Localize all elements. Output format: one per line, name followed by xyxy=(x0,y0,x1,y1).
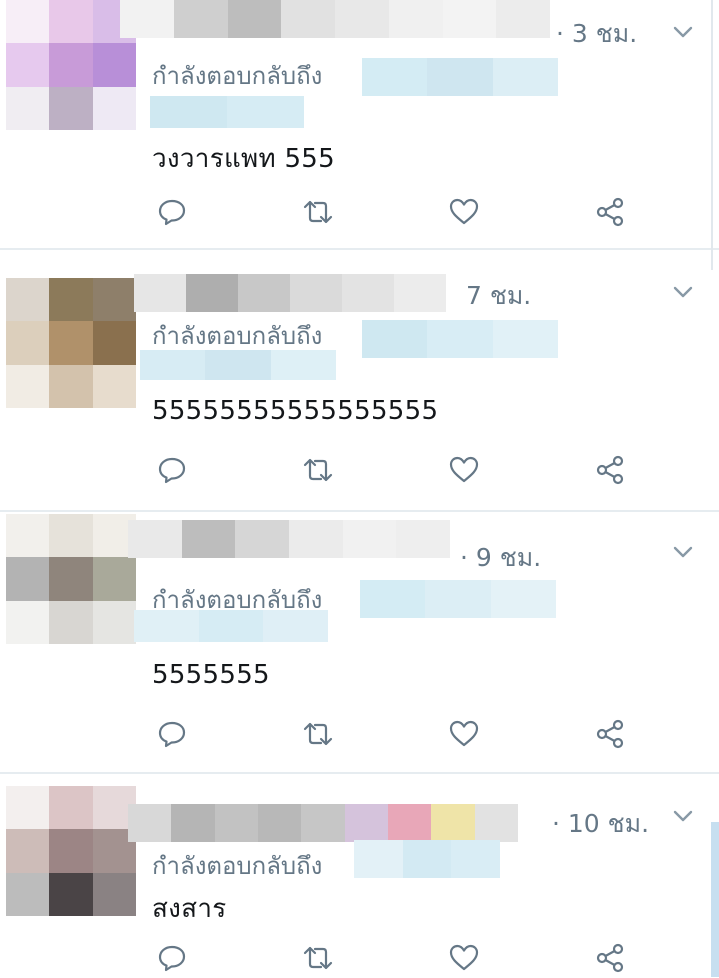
share-button[interactable] xyxy=(590,714,630,754)
tweet-text: 5555555 xyxy=(152,660,270,690)
heart-icon xyxy=(449,720,479,747)
share-button[interactable] xyxy=(590,938,630,978)
heart-icon xyxy=(449,456,479,483)
avatar[interactable] xyxy=(6,786,136,916)
avatar[interactable] xyxy=(6,0,136,130)
reply-icon xyxy=(158,945,186,972)
author-name-blurred[interactable] xyxy=(128,520,451,558)
reply-button[interactable] xyxy=(152,714,192,754)
replying-to-label: กำลังตอบกลับถึง xyxy=(152,62,323,90)
retweet-icon xyxy=(303,722,333,746)
reply-icon xyxy=(158,199,186,226)
tweet-time[interactable]: · 10 ชม. xyxy=(552,804,649,844)
share-icon xyxy=(596,943,624,973)
mention-link-blurred[interactable] xyxy=(354,840,501,878)
tweet-text: วงวารแพท 555 xyxy=(152,144,335,174)
chevron-down-icon[interactable] xyxy=(671,540,695,564)
reply-icon xyxy=(158,721,186,748)
reply-button[interactable] xyxy=(152,192,192,232)
share-button[interactable] xyxy=(590,450,630,490)
like-button[interactable] xyxy=(444,938,484,978)
tweet-actions xyxy=(152,450,632,490)
tweet-3[interactable]: · 9 ชม. กำลังตอบกลับถึง 5555555 xyxy=(0,512,719,772)
like-button[interactable] xyxy=(444,714,484,754)
replying-to-label: กำลังตอบกลับถึง xyxy=(152,852,323,880)
share-icon xyxy=(596,197,624,227)
tweet-time[interactable]: 7 ชม. xyxy=(466,276,531,316)
mention-link-blurred[interactable] xyxy=(134,610,329,642)
mention-link-blurred[interactable] xyxy=(150,96,304,128)
chevron-down-icon[interactable] xyxy=(671,280,695,304)
tweet-time[interactable]: · 9 ชม. xyxy=(460,538,541,578)
tweet-time[interactable]: · 3 ชม. xyxy=(556,14,637,54)
heart-icon xyxy=(449,944,479,971)
reply-icon xyxy=(158,457,186,484)
chevron-down-icon[interactable] xyxy=(671,804,695,828)
author-name-blurred[interactable] xyxy=(128,804,518,842)
avatar[interactable] xyxy=(6,278,136,408)
retweet-button[interactable] xyxy=(298,192,338,232)
retweet-icon xyxy=(303,946,333,970)
retweet-icon xyxy=(303,200,333,224)
reply-button[interactable] xyxy=(152,938,192,978)
scrollbar-thumb[interactable] xyxy=(711,822,719,977)
heart-icon xyxy=(449,198,479,225)
mention-link-blurred[interactable] xyxy=(140,350,336,380)
mention-link-blurred[interactable] xyxy=(362,58,558,96)
like-button[interactable] xyxy=(444,450,484,490)
mention-link-blurred[interactable] xyxy=(362,320,558,358)
reply-button[interactable] xyxy=(152,450,192,490)
like-button[interactable] xyxy=(444,192,484,232)
retweet-icon xyxy=(303,458,333,482)
tweet-actions xyxy=(152,714,632,754)
tweet-4[interactable]: · 10 ชม. กำลังตอบกลับถึง สงสาร xyxy=(0,774,719,977)
share-button[interactable] xyxy=(590,192,630,232)
scrollbar-track xyxy=(711,0,713,270)
tweet-actions xyxy=(152,192,632,232)
tweet-actions xyxy=(152,938,632,978)
retweet-button[interactable] xyxy=(298,450,338,490)
author-name-blurred[interactable] xyxy=(120,0,550,38)
avatar[interactable] xyxy=(6,514,136,644)
share-icon xyxy=(596,719,624,749)
mention-link-blurred[interactable] xyxy=(360,580,556,618)
share-icon xyxy=(596,455,624,485)
retweet-button[interactable] xyxy=(298,714,338,754)
retweet-button[interactable] xyxy=(298,938,338,978)
tweet-text: สงสาร xyxy=(152,894,227,924)
tweet-2[interactable]: 7 ชม. กำลังตอบกลับถึง 55555555555555555 xyxy=(0,250,719,510)
tweet-text: 55555555555555555 xyxy=(152,396,439,426)
author-name-blurred[interactable] xyxy=(134,274,446,312)
chevron-down-icon[interactable] xyxy=(671,20,695,44)
tweet-1[interactable]: · 3 ชม. กำลังตอบกลับถึง วงวารแพท 555 xyxy=(0,0,719,248)
